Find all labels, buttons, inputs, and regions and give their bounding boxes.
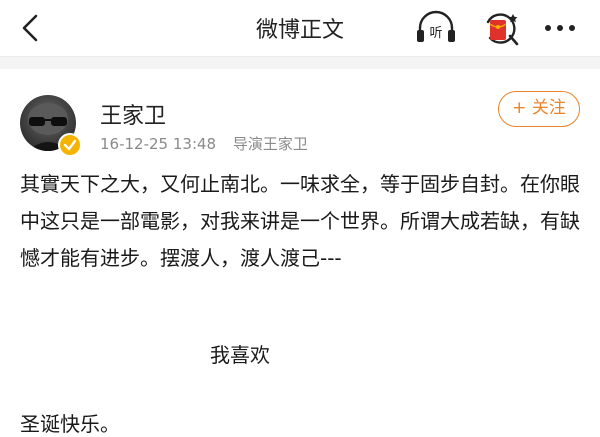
post-quote: 我喜欢 xyxy=(210,343,270,367)
post-date: 16-12-25 13:48 xyxy=(100,135,217,153)
more-icon[interactable] xyxy=(538,8,582,48)
verified-badge-icon xyxy=(58,133,82,157)
post-text: 其實天下之大，又何止南北。一味求全，等于固步自封。在你眼中这只是一部電影，对我来… xyxy=(20,172,580,270)
author-name[interactable]: 王家卫 xyxy=(100,98,166,130)
follow-button[interactable]: + 关注 xyxy=(498,91,580,127)
post-body: 其實天下之大，又何止南北。一味求全，等于固步自封。在你眼中这只是一部電影，对我来… xyxy=(20,166,582,277)
red-packet-search-icon[interactable] xyxy=(480,8,524,48)
top-bar: 微博正文 听 xyxy=(0,0,600,56)
back-icon[interactable] xyxy=(16,12,48,44)
post-meta: 16-12-25 13:48 导演王家卫 xyxy=(100,133,320,154)
section-divider xyxy=(0,56,600,69)
post-source: 导演王家卫 xyxy=(232,135,308,153)
listen-label: 听 xyxy=(429,26,442,41)
listen-icon[interactable]: 听 xyxy=(414,8,458,48)
post-greeting: 圣诞快乐。 xyxy=(20,412,120,436)
